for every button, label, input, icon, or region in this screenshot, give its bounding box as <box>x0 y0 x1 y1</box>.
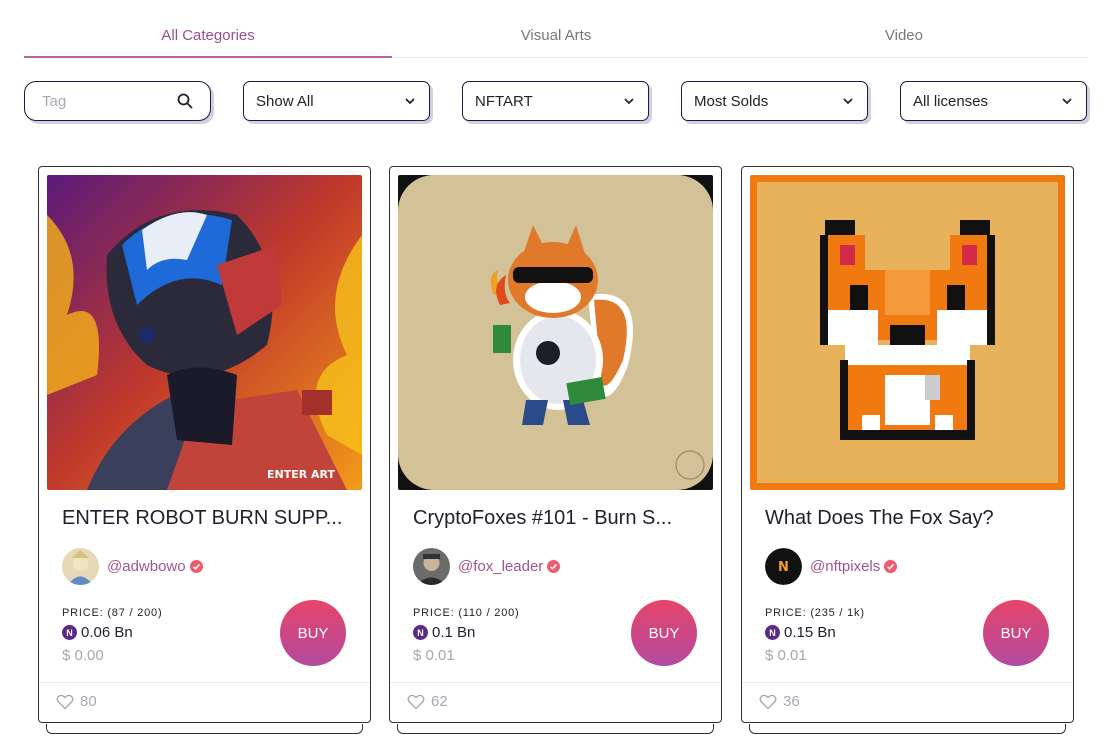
owner-name: @nftpixels <box>810 558 881 575</box>
license-select-value: All licenses <box>913 92 989 110</box>
card-stack-edge <box>397 724 714 734</box>
owner[interactable]: @fox_leader <box>413 548 561 585</box>
coin-icon: N <box>413 625 428 640</box>
heart-icon <box>56 694 74 709</box>
owner[interactable]: @adwbowo <box>62 548 203 585</box>
divider <box>390 682 721 683</box>
nft-image[interactable] <box>398 175 713 490</box>
category-tabs: All Categories Visual Arts Video <box>24 18 1088 58</box>
heart-icon <box>407 694 425 709</box>
avatar <box>413 548 450 585</box>
type-select[interactable]: Show All <box>243 81 430 121</box>
price-value: 0.15 Bn <box>784 624 836 641</box>
collection-select-value: NFTART <box>475 92 533 110</box>
buy-button[interactable]: BUY <box>983 600 1049 666</box>
avatar <box>62 548 99 585</box>
price: N 0.06 Bn <box>62 624 133 641</box>
chevron-down-icon <box>405 98 415 105</box>
nft-card-body[interactable]: CryptoFoxes #101 - Burn S... @fox_leader… <box>389 166 722 723</box>
nft-image[interactable]: ENTER ART <box>47 175 362 490</box>
nft-card-body[interactable]: What Does The Fox Say? N @nftpixels PRIC… <box>741 166 1074 723</box>
verified-icon <box>189 560 203 573</box>
like-count: 36 <box>783 693 800 710</box>
tag-search <box>24 81 211 121</box>
owner[interactable]: N @nftpixels <box>765 548 898 585</box>
avatar-letter: N <box>778 560 789 575</box>
nft-card: What Does The Fox Say? N @nftpixels PRIC… <box>741 166 1074 736</box>
sort-select-value: Most Solds <box>694 92 769 110</box>
type-select-value: Show All <box>256 92 314 110</box>
usd-price: $ 0.01 <box>765 647 807 664</box>
owner-name: @fox_leader <box>458 558 544 575</box>
price-label: PRICE: (110 / 200) <box>413 607 520 619</box>
tab-all-categories[interactable]: All Categories <box>24 18 393 58</box>
collection-select[interactable]: NFTART <box>462 81 649 121</box>
nft-title[interactable]: What Does The Fox Say? <box>765 507 1055 530</box>
nft-title[interactable]: ENTER ROBOT BURN SUPP... <box>62 507 352 530</box>
nft-title[interactable]: CryptoFoxes #101 - Burn S... <box>413 507 703 530</box>
chevron-down-icon <box>624 98 634 105</box>
license-select[interactable]: All licenses <box>900 81 1087 121</box>
usd-price: $ 0.00 <box>62 647 104 664</box>
price: N 0.15 Bn <box>765 624 836 641</box>
price: N 0.1 Bn <box>413 624 475 641</box>
like-button[interactable]: 36 <box>759 693 800 710</box>
buy-button[interactable]: BUY <box>280 600 346 666</box>
usd-price: $ 0.01 <box>413 647 455 664</box>
like-button[interactable]: 62 <box>407 693 448 710</box>
owner-name: @adwbowo <box>107 558 186 575</box>
tab-video[interactable]: Video <box>720 18 1088 57</box>
price-label: PRICE: (235 / 1k) <box>765 607 865 619</box>
like-button[interactable]: 80 <box>56 693 97 710</box>
price-label: PRICE: (87 / 200) <box>62 607 163 619</box>
nft-image[interactable] <box>750 175 1065 490</box>
divider <box>39 682 370 683</box>
verified-icon <box>884 560 898 573</box>
chevron-down-icon <box>1062 98 1072 105</box>
sort-select[interactable]: Most Solds <box>681 81 868 121</box>
tag-search-input[interactable] <box>42 92 172 110</box>
card-stack-edge <box>749 724 1066 734</box>
search-icon[interactable] <box>177 93 193 109</box>
buy-button[interactable]: BUY <box>631 600 697 666</box>
price-value: 0.06 Bn <box>81 624 133 641</box>
coin-icon: N <box>62 625 77 640</box>
art-watermark-text: ENTER ART <box>267 468 336 481</box>
verified-icon <box>547 560 561 573</box>
tab-visual-arts[interactable]: Visual Arts <box>392 18 720 57</box>
divider <box>742 682 1073 683</box>
heart-icon <box>759 694 777 709</box>
price-value: 0.1 Bn <box>432 624 476 641</box>
like-count: 62 <box>431 693 448 710</box>
card-stack-edge <box>46 724 363 734</box>
coin-icon: N <box>765 625 780 640</box>
nft-card: CryptoFoxes #101 - Burn S... @fox_leader… <box>389 166 722 736</box>
chevron-down-icon <box>843 98 853 105</box>
nft-card: ENTER ART ENTER ROBOT BURN SUPP... @adwb… <box>38 166 371 736</box>
like-count: 80 <box>80 693 97 710</box>
avatar: N <box>765 548 802 585</box>
nft-card-body[interactable]: ENTER ART ENTER ROBOT BURN SUPP... @adwb… <box>38 166 371 723</box>
